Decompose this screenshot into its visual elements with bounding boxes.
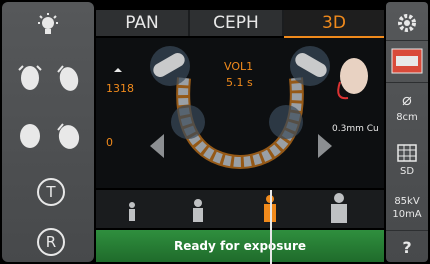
head-tilt-icon[interactable]	[54, 62, 82, 94]
tab-ceph[interactable]: CEPH	[190, 10, 282, 36]
volume-name: VOL1	[224, 60, 254, 73]
app-frame: T R PAN CEPH 3D VOL1 5.1 s 1318 0 0.3mm …	[0, 0, 430, 264]
tab-ceph-label: CEPH	[213, 13, 259, 33]
head-front-icon[interactable]	[16, 62, 44, 94]
right-separator-3	[386, 230, 428, 231]
right-separator-2	[386, 82, 428, 83]
head-side-icon[interactable]	[16, 120, 44, 152]
tab-pan-label: PAN	[125, 13, 159, 33]
child-small-icon[interactable]	[122, 200, 142, 224]
right-toolbar: ⌀ 8cm SD 85kV 10mA ?	[386, 2, 428, 262]
exposure-button[interactable]: 85kV 10mA	[386, 194, 428, 228]
head-side-tilt-icon[interactable]	[54, 120, 82, 152]
main-view: VOL1 5.1 s 1318 0 0.3mm Cu	[96, 38, 384, 188]
left-toolbar: T R	[2, 2, 94, 262]
tab-3d[interactable]: 3D	[284, 10, 384, 38]
patient-size-bar	[96, 190, 384, 228]
adult-large-icon[interactable]	[328, 193, 350, 225]
help-label: ?	[402, 238, 412, 257]
fov-value: 8cm	[396, 112, 418, 123]
r-mode-label: R	[45, 233, 57, 251]
exposure-kv: 85kV	[394, 196, 420, 207]
help-button[interactable]: ?	[386, 234, 428, 262]
filter-label: 0.3mm Cu	[332, 124, 379, 134]
resolution-label: SD	[399, 166, 415, 177]
position-upper: 1318	[106, 82, 134, 95]
fov-button[interactable]: ⌀ 8cm	[386, 88, 428, 132]
r-mode-button[interactable]: R	[37, 228, 65, 256]
light-bulb-icon[interactable]	[35, 12, 61, 38]
resolution-button[interactable]: SD	[386, 142, 428, 186]
grid-icon	[397, 144, 417, 162]
status-bar: Ready for exposure	[96, 230, 384, 262]
right-separator-1	[386, 40, 428, 41]
status-text: Ready for exposure	[173, 239, 307, 253]
fov-diameter-icon: ⌀	[402, 90, 412, 109]
tab-pan[interactable]: PAN	[96, 10, 188, 36]
gear-icon[interactable]	[396, 12, 418, 34]
dentition-icon[interactable]	[391, 48, 423, 74]
position-lower: 0	[106, 136, 113, 149]
volume-time: 5.1 s	[226, 76, 253, 89]
t-mode-label: T	[46, 183, 56, 201]
tab-3d-label: 3D	[322, 13, 346, 33]
divider-line	[270, 190, 272, 264]
child-icon[interactable]	[188, 198, 208, 224]
exposure-ma: 10mA	[392, 209, 422, 220]
t-mode-button[interactable]: T	[37, 178, 65, 206]
